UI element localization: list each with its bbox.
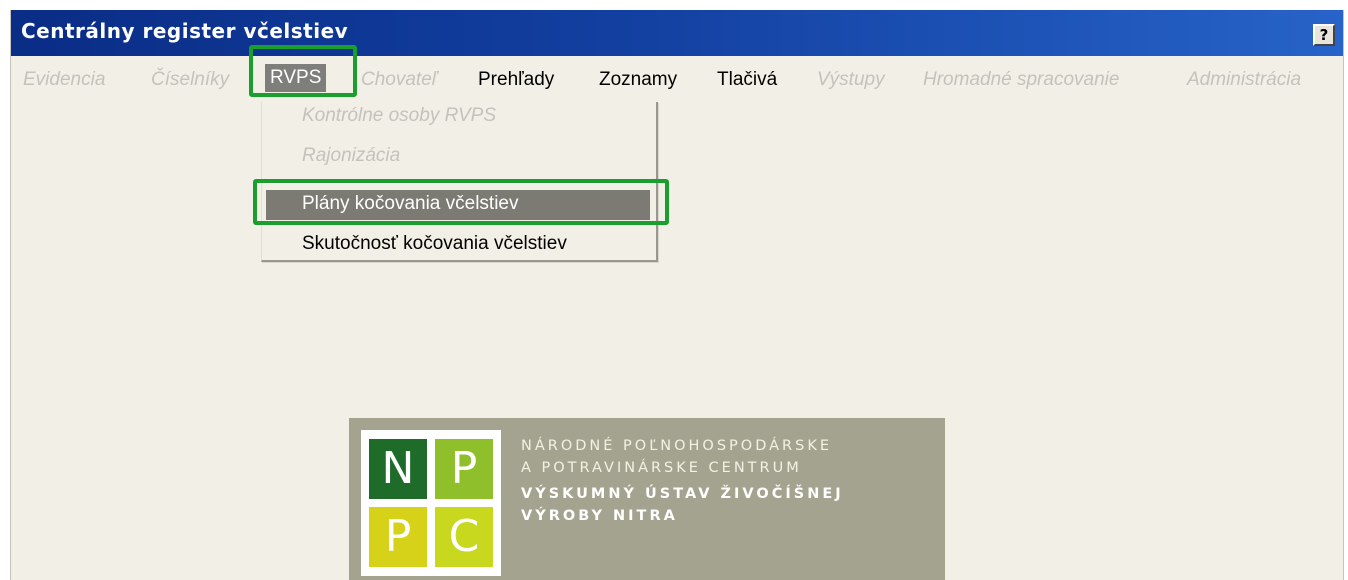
logo-letter-n: N <box>369 439 427 499</box>
menu-administracia: Administrácia <box>1187 69 1302 90</box>
help-button[interactable]: ? <box>1313 24 1335 46</box>
menu-prehlady[interactable]: Prehľady <box>478 69 554 91</box>
nppc-logo: N P P C NÁRODNÉ POĽNOHOSPODÁRSKE A POTRA… <box>349 418 945 580</box>
menu-tlaciva[interactable]: Tlačivá <box>717 69 777 91</box>
logo-line-1: NÁRODNÉ POĽNOHOSPODÁRSKE <box>521 438 832 454</box>
menu-item-skutocnost-kocovania[interactable]: Skutočnosť kočovania včelstiev <box>302 233 567 255</box>
logo-letter-p: P <box>435 439 493 499</box>
menu-bar: Evidencia Číselníky RVPS Chovateľ Prehľa… <box>11 60 1343 100</box>
title-bar: Centrálny register včelstiev ? <box>11 10 1343 56</box>
logo-letter-grid: N P P C <box>361 430 501 576</box>
menu-vystupy: Výstupy <box>817 69 885 90</box>
menu-hromadne-spracovanie: Hromadné spracovanie <box>923 69 1120 90</box>
logo-letter-c: C <box>435 507 493 567</box>
menu-item-rajonizacia: Rajonizácia <box>302 145 401 166</box>
menu-evidencia: Evidencia <box>23 69 106 90</box>
logo-line-2: A POTRAVINÁRSKE CENTRUM <box>521 460 802 476</box>
menu-chovatel: Chovateľ <box>361 69 438 90</box>
menu-item-plany-kocovania[interactable]: Plány kočovania včelstiev <box>302 193 519 215</box>
menu-item-kontrolne-osoby: Kontrólne osoby RVPS <box>302 105 496 126</box>
rvps-dropdown-menu: Kontrólne osoby RVPS Rajonizácia Plány k… <box>261 102 658 262</box>
menu-separator <box>266 182 650 184</box>
menu-ciselniky: Číselníky <box>151 69 230 90</box>
menu-rvps[interactable]: RVPS <box>265 64 327 92</box>
window-title: Centrálny register včelstiev <box>21 19 349 43</box>
menu-zoznamy[interactable]: Zoznamy <box>599 69 677 91</box>
app-window: Centrálny register včelstiev ? Evidencia… <box>10 10 1344 580</box>
logo-line-3: VÝSKUMNÝ ÚSTAV ŽIVOČÍŠNEJ <box>521 486 844 502</box>
logo-letter-p-2: P <box>369 507 427 567</box>
logo-line-4: VÝROBY NITRA <box>521 508 678 524</box>
